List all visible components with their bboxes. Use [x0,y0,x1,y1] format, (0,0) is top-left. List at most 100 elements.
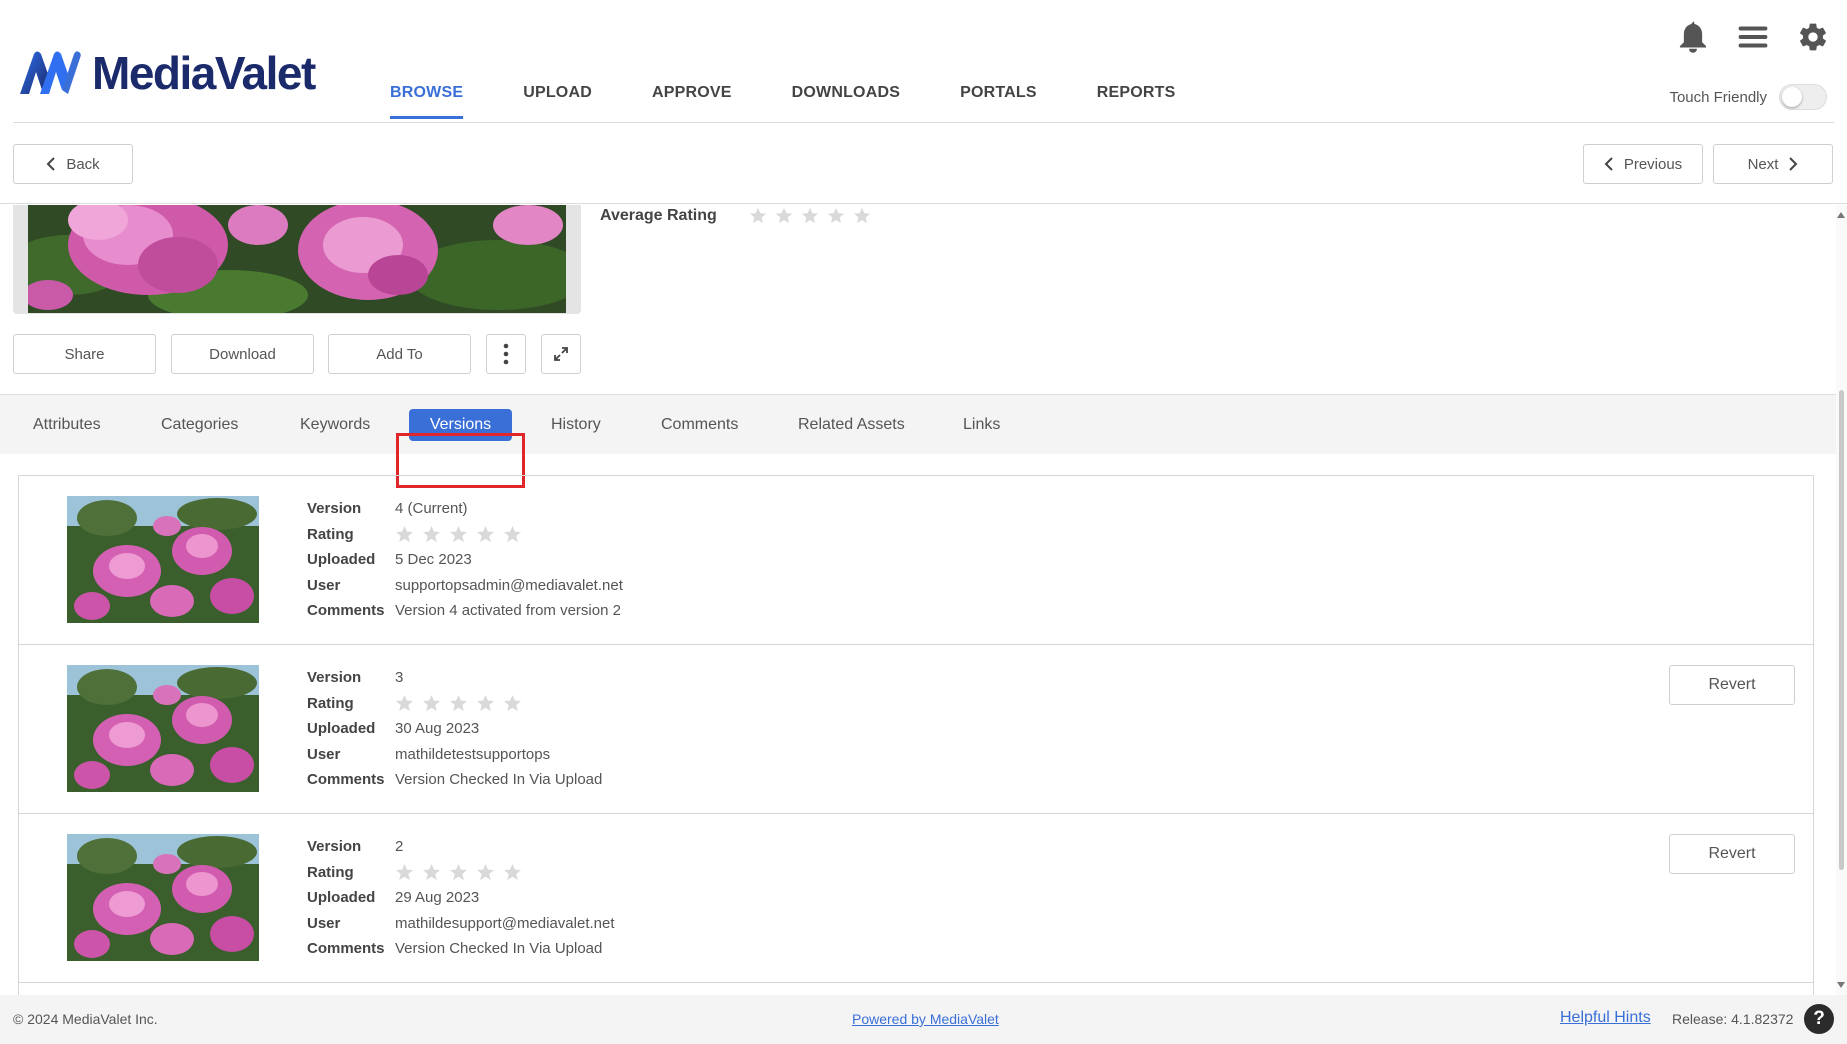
star-icon[interactable] [422,863,441,882]
share-button[interactable]: Share [13,334,156,374]
tab-categories[interactable]: Categories [161,409,238,441]
previous-button[interactable]: Previous [1583,144,1703,184]
tab-keywords[interactable]: Keywords [300,409,370,441]
tab-attributes[interactable]: Attributes [33,409,101,441]
version-metadata: Version 2 Rating Uploaded 29 Aug 2023 User… [307,834,615,962]
version-value: 4 (Current) [395,500,468,518]
gear-icon[interactable] [1797,20,1829,54]
logo-mark-icon [20,51,81,94]
star-icon[interactable] [449,525,468,544]
version-rating-stars[interactable] [395,525,522,544]
asset-preview-image[interactable] [28,205,566,313]
toggle-knob [1782,87,1802,107]
version-thumbnail[interactable] [67,665,259,792]
bell-icon[interactable] [1677,20,1709,54]
tab-versions[interactable]: Versions [409,409,512,441]
app-header: MediaValet BROWSE UPLOAD APPROVE DOWNLOA… [0,0,1847,124]
asset-detail-content: Average Rating Share Download Add To Att… [0,205,1836,995]
tab-related-assets[interactable]: Related Assets [798,409,905,441]
mediavalet-logo[interactable]: MediaValet [18,48,316,98]
uploaded-value: 5 Dec 2023 [395,551,472,569]
version-metadata: Version 3 Rating Uploaded 30 Aug 2023 User… [307,665,602,793]
version-thumbnail[interactable] [67,496,259,623]
powered-by-link[interactable]: Powered by MediaValet [852,1011,999,1027]
comments-key: Comments [307,771,385,789]
version-thumbnail[interactable] [67,834,259,961]
version-key: Version [307,669,362,687]
uploaded-key: Uploaded [307,720,376,738]
version-row: Version 2 Rating Uploaded 29 Aug 2023 User… [19,814,1813,983]
copyright-text: © 2024 MediaValet Inc. [13,1011,158,1027]
nav-browse[interactable]: BROWSE [390,84,464,119]
rating-key: Rating [307,863,354,881]
scroll-up-arrow-icon[interactable] [1837,212,1845,218]
versions-list: Version 4 (Current) Rating Uploaded 5 Dec … [18,475,1814,995]
star-icon[interactable] [801,207,819,225]
star-icon[interactable] [422,694,441,713]
nav-reports[interactable]: REPORTS [1097,84,1176,119]
user-key: User [307,745,341,763]
touch-friendly-toggle[interactable] [1779,84,1827,110]
add-to-button[interactable]: Add To [328,334,471,374]
version-rating-stars[interactable] [395,694,522,713]
comments-value: Version 4 activated from version 2 [395,602,621,620]
star-icon[interactable] [503,863,522,882]
star-icon[interactable] [476,694,495,713]
star-icon[interactable] [422,525,441,544]
star-icon[interactable] [395,694,414,713]
helpful-hints-link[interactable]: Helpful Hints [1560,1009,1651,1027]
more-options-button[interactable] [486,334,526,374]
star-icon[interactable] [853,207,871,225]
next-button[interactable]: Next [1713,144,1833,184]
revert-button[interactable]: Revert [1669,665,1795,705]
uploaded-value: 29 Aug 2023 [395,889,480,907]
star-icon[interactable] [827,207,845,225]
release-version: Release: 4.1.82372 [1672,1011,1794,1027]
tab-comments[interactable]: Comments [661,409,738,441]
content-scrollbar[interactable] [1836,205,1847,995]
star-icon[interactable] [476,525,495,544]
version-key: Version [307,838,362,856]
star-icon[interactable] [476,863,495,882]
nav-downloads[interactable]: DOWNLOADS [792,84,900,119]
fullscreen-button[interactable] [541,334,581,374]
back-button[interactable]: Back [13,144,133,184]
star-icon[interactable] [395,863,414,882]
scroll-down-arrow-icon[interactable] [1837,982,1845,988]
average-rating-stars[interactable] [749,207,871,225]
scrollbar-thumb[interactable] [1839,390,1844,870]
tab-links[interactable]: Links [963,409,1000,441]
help-button[interactable]: ? [1804,1004,1834,1034]
download-button[interactable]: Download [171,334,314,374]
revert-button[interactable]: Revert [1669,834,1795,874]
nav-upload[interactable]: UPLOAD [523,84,592,119]
star-icon[interactable] [775,207,793,225]
menu-icon[interactable] [1737,20,1769,54]
uploaded-key: Uploaded [307,551,376,569]
star-icon[interactable] [449,863,468,882]
average-rating-label: Average Rating [600,207,717,224]
previous-label: Previous [1623,155,1683,173]
version-rating-stars[interactable] [395,863,522,882]
nav-portals[interactable]: PORTALS [960,84,1037,119]
peony-flower-image [67,665,259,792]
chevron-right-icon [1789,157,1798,171]
average-rating: Average Rating [600,207,871,225]
star-icon[interactable] [449,694,468,713]
touch-friendly-control: Touch Friendly [1669,84,1827,110]
user-value: mathildesupport@mediavalet.net [395,914,615,932]
nav-approve[interactable]: APPROVE [652,84,732,119]
star-icon[interactable] [503,694,522,713]
star-icon[interactable] [503,525,522,544]
star-icon[interactable] [749,207,767,225]
asset-tabs: Attributes Categories Keywords Versions … [0,394,1836,454]
version-key: Version [307,500,362,518]
comments-value: Version Checked In Via Upload [395,940,603,958]
version-value: 2 [395,838,404,856]
version-row: Version 4 (Current) Rating Uploaded 5 Dec … [19,476,1813,645]
peony-flower-image [67,496,259,623]
back-label: Back [66,155,100,173]
user-value: supportopsadmin@mediavalet.net [395,576,623,594]
tab-history[interactable]: History [551,409,601,441]
star-icon[interactable] [395,525,414,544]
